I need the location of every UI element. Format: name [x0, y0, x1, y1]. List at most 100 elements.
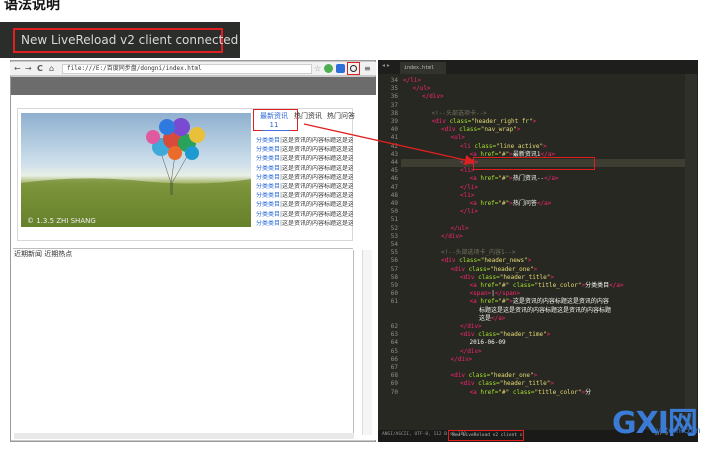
news-list-item[interactable]: 分类类目|这是资讯的内容标题这是这是资讯	[256, 201, 353, 208]
code-token: 分类类目	[585, 282, 610, 289]
news-title[interactable]: 这是资讯的内容标题这是这是资讯	[282, 183, 353, 190]
code-token: 2016-06-09	[469, 339, 506, 347]
editor-tab-index[interactable]: index.html	[400, 62, 446, 74]
code-token: href=	[480, 298, 499, 306]
code-line[interactable]: <div class="header_one">	[451, 266, 538, 274]
news-category[interactable]: 分类类目	[256, 146, 280, 153]
code-token: href=	[480, 388, 499, 396]
extension-icon[interactable]	[324, 64, 333, 73]
code-token: >	[532, 118, 537, 125]
code-line[interactable]: <a href="#" class="title_color">分	[470, 389, 592, 397]
news-category[interactable]: 分类类目	[256, 137, 280, 144]
reload-icon[interactable]: C	[37, 63, 43, 75]
extension-icon[interactable]	[336, 64, 345, 73]
code-line[interactable]: </div>	[451, 356, 473, 364]
hero-caption: © 1.3.5 ZHI SHANG	[27, 217, 96, 225]
code-line[interactable]: </ul>	[413, 85, 431, 93]
line-number: 55	[390, 249, 398, 257]
code-token: >	[550, 380, 554, 388]
site-watermark: GXI网 system.com	[612, 400, 712, 446]
news-list-item[interactable]: 分类类目|这是资讯的内容标题这是这是资讯	[256, 192, 353, 199]
balloons-illustration	[21, 118, 251, 227]
news-list-item[interactable]: 分类类目|这是资讯的内容标题这是这是资讯	[256, 211, 353, 218]
code-token: <a	[469, 282, 481, 289]
line-number: 63	[390, 331, 398, 339]
code-line[interactable]: </li>	[460, 184, 478, 192]
forward-icon[interactable]: →	[25, 63, 32, 75]
news-category[interactable]: 分类类目	[256, 220, 280, 227]
news-category[interactable]: 分类类目	[256, 183, 280, 190]
star-icon[interactable]: ☆	[314, 63, 321, 75]
code-token: </div>	[441, 232, 463, 240]
news-title[interactable]: 这是资讯的内容标题这是这是资讯	[282, 201, 353, 208]
code-line[interactable]: </div>	[422, 93, 444, 101]
code-line[interactable]: <div class="header_one">	[451, 372, 538, 380]
code-token: "header_one"	[490, 372, 534, 380]
news-title[interactable]: 这是资讯的内容标题这是这是资讯	[282, 192, 353, 199]
code-line[interactable]: <a href="#" class="title_color">分类类目</a>	[470, 282, 624, 290]
code-token: </li>	[460, 183, 479, 191]
line-number: 36	[390, 93, 398, 101]
code-token: </a>	[609, 282, 624, 289]
line-number: 61	[390, 298, 398, 306]
code-line[interactable]: <div class="header_title">	[460, 274, 554, 282]
editor-minimap[interactable]	[685, 74, 697, 430]
address-bar[interactable]: file:///E:/百度同步盘/dongni/index.html	[62, 64, 312, 74]
code-line[interactable]: </li>	[403, 77, 421, 85]
code-line[interactable]: <!--头部选项卡_内容1-->	[441, 249, 516, 257]
news-category[interactable]: 分类类目	[256, 211, 280, 218]
browser-toolbar: ← → C ⌂ file:///E:/百度同步盘/dongni/index.ht…	[10, 62, 376, 76]
code-line[interactable]: 这是</a>	[479, 315, 505, 323]
code-line[interactable]: <div class="header_time">	[460, 331, 550, 339]
news-category[interactable]: 分类类目	[256, 192, 280, 199]
code-line[interactable]: 2016-06-09	[470, 339, 506, 347]
livereload-icon[interactable]	[347, 62, 360, 75]
code-line[interactable]: 标题这是这是资讯的内容标题这是资讯的内容标题	[479, 307, 611, 315]
code-line[interactable]: <span>|</span>	[470, 290, 521, 298]
vertical-scrollbar[interactable]	[362, 250, 372, 435]
code-token: 分	[585, 388, 592, 396]
code-line[interactable]: <div class="header_title">	[460, 380, 554, 388]
news-category[interactable]: 分类类目	[256, 174, 280, 181]
code-token: class=	[478, 273, 500, 281]
line-number: 58	[390, 273, 398, 281]
line-number: 46	[390, 175, 398, 183]
code-line[interactable]: </div>	[460, 323, 482, 331]
horizontal-scrollbar[interactable]	[14, 433, 354, 439]
news-category[interactable]: 分类类目	[256, 201, 280, 208]
code-line[interactable]: </ul>	[451, 225, 469, 233]
line-number: 64	[390, 339, 398, 347]
news-list-item[interactable]: 分类类目|这是资讯的内容标题这是这是资讯	[256, 174, 353, 181]
code-line[interactable]: </div>	[460, 348, 482, 356]
code-line[interactable]: </div>	[441, 233, 463, 241]
code-token: </a>	[536, 200, 552, 207]
code-line[interactable]: <div class="header_news">	[441, 257, 531, 265]
line-number: 56	[390, 257, 398, 265]
tab-latest-news[interactable]: 最新资讯 11	[260, 112, 288, 130]
news-list-item[interactable]: 分类类目|这是资讯的内容标题这是这是资讯	[256, 183, 353, 190]
code-line[interactable]: <a href="#">这是资讯的内容标题这是资讯的内容	[470, 298, 609, 306]
menu-icon[interactable]: ≡	[364, 63, 371, 75]
news-category[interactable]: 分类类目	[256, 165, 280, 172]
code-line[interactable]: <!--头部选项卡-->	[432, 110, 487, 118]
news-category[interactable]: 分类类目	[256, 155, 280, 162]
line-number: 52	[390, 224, 398, 232]
tab-nav-icon[interactable]: ◂ ▸	[382, 62, 390, 69]
hero-image: © 1.3.5 ZHI SHANG	[21, 113, 251, 227]
code-token: "title_color"	[534, 282, 582, 289]
back-icon[interactable]: ←	[14, 63, 21, 75]
code-token: </a>	[491, 314, 506, 322]
news-list-item[interactable]: 分类类目|这是资讯的内容标题这是这是资讯	[256, 220, 353, 227]
code-line[interactable]: <li>	[460, 192, 474, 200]
code-line[interactable]: </li>	[460, 208, 478, 216]
news-title[interactable]: 这是资讯的内容标题这是这是资讯	[282, 220, 353, 227]
code-token: <div	[441, 257, 460, 265]
news-title[interactable]: 这是资讯的内容标题这是这是资讯	[282, 174, 353, 181]
code-token: <a	[469, 175, 481, 183]
code-line[interactable]: <a href="#">热门资讯--</a>	[470, 175, 559, 183]
home-icon[interactable]: ⌂	[49, 63, 54, 75]
code-token: <span>	[469, 290, 492, 298]
news-title[interactable]: 这是资讯的内容标题这是这是资讯	[282, 211, 353, 218]
code-token: <li>	[460, 191, 475, 199]
code-line[interactable]: <a href="#">热门问答</a>	[470, 200, 552, 208]
